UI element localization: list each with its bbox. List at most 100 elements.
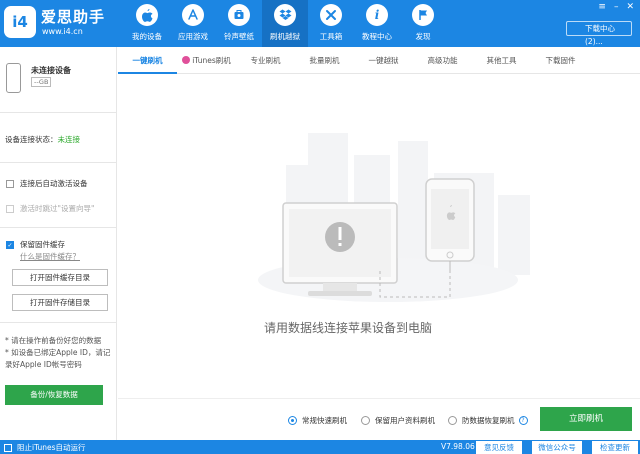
monitor-shape (282, 202, 398, 296)
tab-label: iTunes刷机 (192, 56, 231, 65)
brand-name: 爱思助手 (41, 8, 106, 26)
nav-flash-jailbreak[interactable]: 刷机越狱 (262, 0, 308, 47)
note-apple-id: * 如设备已绑定Apple ID，请记录好Apple ID帐号密码 (5, 348, 111, 369)
notes: * 请在操作前备份好您的数据 * 如设备已绑定Apple ID，请记录好Appl… (5, 335, 115, 371)
nav-my-device[interactable]: 我的设备 (124, 0, 170, 47)
brand-url: www.i4.cn (42, 27, 83, 36)
window-controls: ≡ – ✕ (598, 2, 634, 12)
phone-shape (425, 178, 475, 262)
nav-label: 工具箱 (319, 32, 343, 41)
divider (0, 227, 117, 228)
info-icon: i (366, 4, 388, 26)
tab-label: 专业刷机 (250, 56, 281, 65)
what-is-cache-link[interactable]: 什么是固件缓存？ (20, 251, 80, 262)
radio-antirecovery-label: 防数据恢复刷机 (462, 416, 515, 425)
tab-label: 其他工具 (486, 56, 517, 65)
divider (0, 112, 117, 113)
divider (0, 322, 117, 323)
phone-icon (6, 63, 21, 93)
connect-device-illustration (258, 133, 530, 302)
nav-label: 应用游戏 (178, 32, 208, 41)
auto-activate-checkbox[interactable]: 连接后自动激活设备 (6, 178, 88, 189)
logo-text: i4 (12, 13, 28, 31)
skip-guide-checkbox: 激活时跳过"设置向导" (6, 203, 94, 214)
tab-one-click-jailbreak[interactable]: 一键越狱 (354, 47, 413, 74)
itunes-icon (182, 56, 191, 64)
tab-batch-flash[interactable]: 批量刷机 (295, 47, 354, 74)
ringtone-icon (228, 4, 250, 26)
help-icon[interactable]: ? (518, 416, 528, 425)
menu-icon[interactable]: ≡ (598, 2, 606, 12)
tab-itunes-flash[interactable]: iTunes刷机 (177, 47, 236, 74)
keep-cache-label: 保留固件缓存 (20, 240, 65, 249)
feedback-button[interactable]: 意见反馈 (476, 441, 522, 454)
app-store-icon (182, 4, 204, 26)
connection-status: 设备连接状态：未连接 (5, 134, 80, 145)
radio-quick-flash[interactable]: 常规快速刷机 (288, 415, 347, 426)
tab-label: 一键刷机 (132, 56, 163, 65)
note-backup: * 请在操作前备份好您的数据 (5, 336, 102, 345)
device-info: 未连接设备 --GB (0, 47, 117, 112)
tab-label: 下载固件 (545, 56, 576, 65)
main-nav: 我的设备 应用游戏 铃声壁纸 刷机越狱 工具箱 i 教程中心 发现 (124, 0, 446, 47)
block-itunes-checkbox[interactable]: 阻止iTunes自动运行 (4, 442, 86, 453)
status-bar: 阻止iTunes自动运行 V7.98.06 意见反馈 微信公众号 检查更新 (0, 440, 640, 454)
minimize-icon[interactable]: – (614, 2, 619, 12)
device-name: 未连接设备 (31, 66, 71, 75)
skip-guide-label: 激活时跳过"设置向导" (20, 204, 95, 213)
connection-status-label: 设备连接状态： (5, 135, 58, 144)
close-icon[interactable]: ✕ (626, 2, 634, 12)
checkbox-box[interactable] (6, 179, 14, 188)
tab-other-tools[interactable]: 其他工具 (472, 47, 531, 74)
app-header: i4 爱思助手 www.i4.cn 我的设备 应用游戏 铃声壁纸 刷机越狱 工具… (0, 0, 640, 47)
main-panel: 请用数据线连接苹果设备到电脑 (118, 75, 640, 398)
checkbox-checked[interactable]: ✓ (6, 240, 14, 249)
tab-label: 高级功能 (427, 56, 458, 65)
nav-toolbox[interactable]: 工具箱 (308, 0, 354, 47)
connect-hint: 请用数据线连接苹果设备到电脑 (263, 321, 432, 335)
checkbox-box[interactable] (4, 443, 12, 452)
device-capacity: --GB (31, 77, 52, 87)
tab-advanced[interactable]: 高级功能 (413, 47, 472, 74)
nav-label: 我的设备 (132, 32, 162, 41)
tab-download-firmware[interactable]: 下载固件 (531, 47, 590, 74)
connection-status-value: 未连接 (57, 135, 81, 144)
radio-unselected[interactable] (448, 416, 457, 425)
tab-label: 一键越狱 (368, 56, 399, 65)
checkbox-box (6, 204, 14, 213)
check-update-button[interactable]: 检查更新 (592, 441, 638, 454)
nav-label: 铃声壁纸 (224, 32, 254, 41)
radio-keep-label: 保留用户资料刷机 (375, 416, 435, 425)
open-storage-dir-button[interactable]: 打开固件存储目录 (12, 294, 108, 311)
block-itunes-label: 阻止iTunes自动运行 (17, 443, 86, 452)
download-center-button[interactable]: 下载中心(2)... (566, 21, 632, 46)
auto-activate-label: 连接后自动激活设备 (20, 179, 88, 188)
apple-icon (136, 4, 158, 26)
nav-apps-games[interactable]: 应用游戏 (170, 0, 216, 47)
radio-keep-data-flash[interactable]: 保留用户资料刷机 (361, 415, 435, 426)
keep-cache-checkbox[interactable]: ✓ 保留固件缓存 (6, 239, 65, 250)
nav-discover[interactable]: 发现 (400, 0, 446, 47)
nav-ringtones[interactable]: 铃声壁纸 (216, 0, 262, 47)
download-center-label: 下载中心(2)... (585, 24, 615, 46)
flash-now-button[interactable]: 立即刷机 (540, 407, 632, 431)
dropbox-icon (274, 4, 296, 26)
tab-label: 批量刷机 (309, 56, 340, 65)
function-tabs: 一键刷机 iTunes刷机 专业刷机 批量刷机 一键越狱 高级功能 其他工具 下… (118, 47, 640, 74)
nav-label: 发现 (415, 32, 431, 41)
nav-label: 刷机越狱 (270, 32, 300, 41)
wechat-button[interactable]: 微信公众号 (532, 441, 582, 454)
app-logo: i4 (4, 6, 36, 38)
open-cache-dir-button[interactable]: 打开固件缓存目录 (12, 269, 108, 286)
left-sidebar: 未连接设备 --GB 设备连接状态：未连接 连接后自动激活设备 激活时跳过"设置… (0, 47, 117, 440)
radio-selected[interactable] (288, 416, 297, 425)
backup-restore-button[interactable]: 备份/恢复数据 (5, 385, 103, 405)
radio-unselected[interactable] (361, 416, 370, 425)
radio-anti-recovery-flash[interactable]: 防数据恢复刷机 ? (448, 415, 528, 426)
tab-one-click-flash[interactable]: 一键刷机 (118, 47, 177, 74)
flag-icon (412, 4, 434, 26)
tools-icon (320, 4, 342, 26)
nav-label: 教程中心 (362, 32, 392, 41)
tab-pro-flash[interactable]: 专业刷机 (236, 47, 295, 74)
nav-tutorials[interactable]: i 教程中心 (354, 0, 400, 47)
